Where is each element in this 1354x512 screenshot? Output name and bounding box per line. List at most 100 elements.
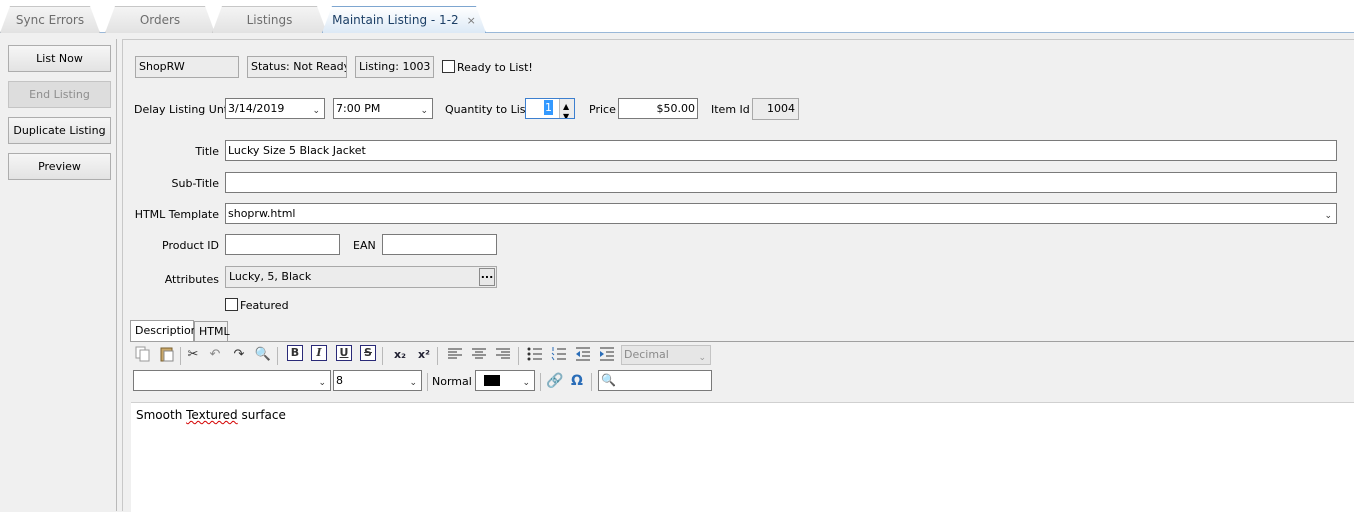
action-panel: List Now End Listing Duplicate Listing P… <box>3 39 117 511</box>
tab-sync-errors[interactable]: Sync Errors <box>0 6 100 33</box>
down-arrow-icon[interactable]: ▼ <box>563 107 569 118</box>
align-left-icon[interactable] <box>447 347 463 361</box>
delay-time-value: 7:00 PM <box>336 102 381 115</box>
list-now-button[interactable]: List Now <box>8 45 111 72</box>
paragraph-style[interactable]: Normal <box>432 375 472 389</box>
chevron-down-icon[interactable]: ⌄ <box>420 102 428 118</box>
quantity-stepper[interactable]: 1 ▲ ▼ <box>525 98 575 119</box>
product-id-field[interactable] <box>225 234 340 255</box>
chevron-down-icon[interactable]: ⌄ <box>409 374 417 390</box>
font-family-select[interactable]: ⌄ <box>133 370 331 391</box>
toolbar-separator <box>591 373 592 391</box>
attributes-browse-button[interactable]: ... <box>479 268 495 286</box>
scissors-icon[interactable]: ✂ <box>183 345 203 365</box>
featured-label: Featured <box>240 299 289 312</box>
listing-form: ShopRW Status: Not Ready Listing: 1003 R… <box>122 39 1354 512</box>
strikethrough-icon[interactable]: S <box>360 345 376 361</box>
tab-label: Sync Errors <box>15 13 85 27</box>
title-label: Title <box>195 145 219 158</box>
item-id-value: 1004 <box>752 98 799 120</box>
toolbar-separator <box>437 347 438 365</box>
underline-icon[interactable]: U <box>336 345 352 361</box>
toolbar-separator <box>180 347 181 365</box>
item-id-label: Item Id <box>711 103 750 116</box>
product-id-label: Product ID <box>162 239 219 252</box>
chevron-down-icon[interactable]: ⌄ <box>318 374 326 390</box>
ean-label: EAN <box>353 239 376 252</box>
tab-label: Maintain Listing - 1-2 <box>332 13 459 27</box>
color-swatch <box>484 375 500 386</box>
tab-label: Listings <box>246 13 293 27</box>
copy-icon[interactable] <box>135 346 151 362</box>
magnifier-icon[interactable]: 🔍 <box>253 345 273 365</box>
subscript-icon[interactable]: x₂ <box>390 345 410 365</box>
attributes-field: Lucky, 5, Black ... <box>225 266 497 288</box>
subtitle-label: Sub-Title <box>171 177 219 190</box>
editor-text-part: Smooth <box>136 408 187 422</box>
stepper-buttons[interactable]: ▲ ▼ <box>559 99 574 118</box>
preview-button[interactable]: Preview <box>8 153 111 180</box>
indent-icon[interactable] <box>599 347 615 361</box>
chevron-down-icon[interactable]: ⌄ <box>522 374 530 390</box>
toolbar-separator <box>518 347 519 365</box>
editor-search-input[interactable]: 🔍 <box>598 370 712 391</box>
html-template-label: HTML Template <box>134 208 219 221</box>
text-color-picker[interactable]: ⌄ <box>475 370 535 391</box>
font-toolbar: ⌄ 8 ⌄ Normal ⌄ 🔗 Ω 🔍 <box>131 369 1354 395</box>
numbered-list-icon[interactable] <box>551 347 567 361</box>
paste-icon[interactable] <box>159 346 175 362</box>
html-template-value: shoprw.html <box>228 207 296 220</box>
html-template-select[interactable]: shoprw.html ⌄ <box>225 203 1337 224</box>
delay-date-picker[interactable]: 3/14/2019 ⌄ <box>225 98 325 119</box>
magnifier-icon: 🔍 <box>601 373 616 387</box>
duplicate-listing-button[interactable]: Duplicate Listing <box>8 117 111 144</box>
list-style-select[interactable]: Decimal ⌄ <box>621 345 711 365</box>
price-field[interactable]: $50.00 <box>618 98 698 119</box>
redo-icon[interactable]: ↷ <box>229 345 249 365</box>
font-size-value: 8 <box>336 374 343 387</box>
subtitle-field[interactable] <box>225 172 1337 193</box>
tab-maintain-listing[interactable]: Maintain Listing - 1-2 × <box>322 6 486 33</box>
chevron-down-icon[interactable]: ⌄ <box>312 102 320 118</box>
description-editor[interactable]: Smooth Textured surface <box>131 402 1354 512</box>
formatting-toolbar: ✂ ↶ ↷ 🔍 B I U S x₂ x² Decimal ⌄ <box>131 343 1354 369</box>
quantity-label: Quantity to List <box>445 103 530 116</box>
superscript-icon[interactable]: x² <box>414 345 434 365</box>
editor-content[interactable]: Smooth Textured surface <box>136 408 286 422</box>
toolbar-separator <box>277 347 278 365</box>
status-badge: Status: Not Ready <box>247 56 347 78</box>
align-right-icon[interactable] <box>495 347 511 361</box>
end-listing-button[interactable]: End Listing <box>8 81 111 108</box>
ready-to-list-checkbox[interactable] <box>442 60 455 73</box>
tab-label: Orders <box>139 13 181 27</box>
omega-icon[interactable]: Ω <box>567 371 587 391</box>
list-style-value: Decimal <box>624 348 669 361</box>
misspelled-word: Textured <box>186 408 238 422</box>
bullet-list-icon[interactable] <box>527 347 543 361</box>
tab-description[interactable]: Description <box>130 320 198 342</box>
tab-orders[interactable]: Orders <box>105 6 215 33</box>
font-size-select[interactable]: 8 ⌄ <box>333 370 422 391</box>
tab-listings[interactable]: Listings <box>212 6 327 33</box>
link-icon[interactable]: 🔗 <box>545 371 565 391</box>
tab-html[interactable]: HTML <box>194 321 230 342</box>
tab-strip: Sync Errors Orders Listings Maintain Lis… <box>0 0 1354 33</box>
delay-time-picker[interactable]: 7:00 PM ⌄ <box>333 98 433 119</box>
ready-to-list-label: Ready to List! <box>457 61 533 74</box>
editor-text-part: surface <box>237 408 286 422</box>
featured-checkbox[interactable] <box>225 298 238 311</box>
quantity-value: 1 <box>544 100 553 115</box>
close-icon[interactable]: × <box>467 14 476 27</box>
ean-field[interactable] <box>382 234 497 255</box>
outdent-icon[interactable] <box>575 347 591 361</box>
store-name: ShopRW <box>135 56 239 78</box>
undo-icon[interactable]: ↶ <box>205 345 225 365</box>
chevron-down-icon[interactable]: ⌄ <box>1324 207 1332 223</box>
italic-icon[interactable]: I <box>311 345 327 361</box>
toolbar-separator <box>540 373 541 391</box>
tab-divider <box>130 341 1354 342</box>
title-field[interactable]: Lucky Size 5 Black Jacket <box>225 140 1337 161</box>
bold-icon[interactable]: B <box>287 345 303 361</box>
chevron-down-icon[interactable]: ⌄ <box>698 349 706 367</box>
align-center-icon[interactable] <box>471 347 487 361</box>
